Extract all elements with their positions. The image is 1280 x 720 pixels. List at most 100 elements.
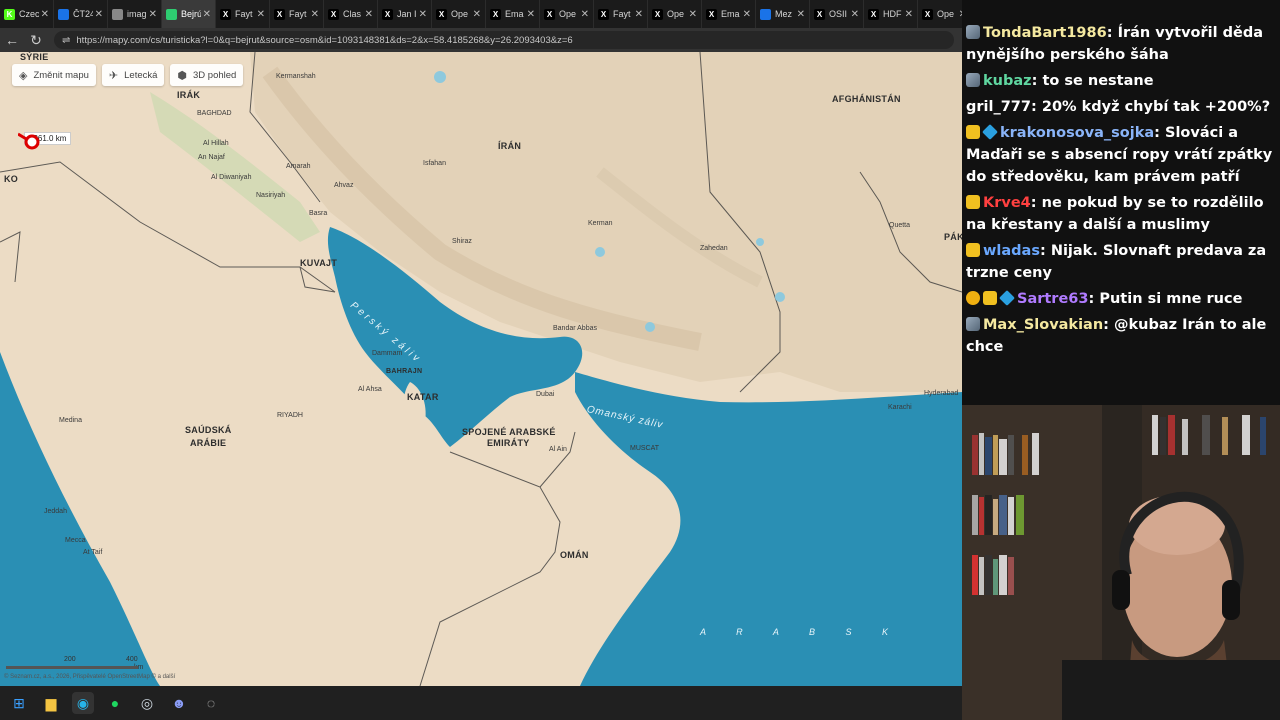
chat-separator: : <box>1031 99 1042 115</box>
close-tab-icon[interactable]: ✕ <box>311 9 319 20</box>
tab-title: Fayt <box>235 9 253 19</box>
map-controls: ◈ Změnit mapu ✈ Letecká ⬢ 3D pohled <box>12 64 244 86</box>
map-copyright[interactable]: © Seznam.cz, a.s., 2026, Přispěvatelé Op… <box>4 674 175 680</box>
city-label: Quetta <box>889 222 911 229</box>
chat-username[interactable]: gril_777 <box>966 99 1031 115</box>
browser-tab[interactable]: XOpe✕ <box>540 0 594 28</box>
close-tab-icon[interactable]: ✕ <box>905 9 913 20</box>
3d-view-button[interactable]: ⬢ 3D pohled <box>170 64 244 86</box>
gold-badge-icon <box>966 243 980 257</box>
city-label: RIYADH <box>277 412 303 419</box>
gold-badge-icon <box>966 195 980 209</box>
chat-text: 20% když chybí tak +200%? <box>1041 99 1271 115</box>
tab-title: Ope <box>451 9 469 19</box>
distance-marker[interactable]: 2361.0 km <box>18 132 72 150</box>
aerial-button[interactable]: ✈ Letecká <box>101 64 165 86</box>
close-tab-icon[interactable]: ✕ <box>365 9 373 20</box>
chat-username[interactable]: Krve4 <box>983 195 1031 211</box>
url-input[interactable]: ⇌ https://mapy.com/cs/turisticka?l=0&q=b… <box>54 31 954 49</box>
close-tab-icon[interactable]: ✕ <box>473 9 481 20</box>
gold-badge-icon <box>983 291 997 305</box>
close-tab-icon[interactable]: ✕ <box>581 9 589 20</box>
browser-tab[interactable]: X HDF ✕ <box>864 0 918 28</box>
chat-username[interactable]: Max_Slovakian <box>983 317 1103 333</box>
close-tab-icon[interactable]: ✕ <box>851 9 859 20</box>
tab-favicon-icon <box>760 8 771 20</box>
file-explorer-icon[interactable]: ▆ <box>40 692 62 714</box>
close-tab-icon[interactable]: ✕ <box>257 9 265 20</box>
country-label: KO <box>4 174 19 184</box>
layers-icon: ◈ <box>19 69 28 82</box>
tab-title: Ema <box>505 9 524 19</box>
close-tab-icon[interactable]: ✕ <box>149 9 157 20</box>
browser-tab[interactable]: XOpe✕ <box>918 0 962 28</box>
browser-tab[interactable]: X Clas ✕ <box>324 0 378 28</box>
reload-icon[interactable]: ↻ <box>24 28 48 52</box>
close-tab-icon[interactable]: ✕ <box>203 9 211 20</box>
browser-tab[interactable]: imag ✕ <box>108 0 162 28</box>
browser-tab[interactable]: X Ema ✕ <box>486 0 540 28</box>
browser-tab[interactable]: X Fayt ✕ <box>594 0 648 28</box>
chat-username[interactable]: krakonosova_sojka <box>1000 125 1154 141</box>
chat-message: krakonosova_sojka: Slováci a Maďaři se s… <box>962 120 1280 190</box>
city-label: Dubai <box>536 391 555 398</box>
close-tab-icon[interactable]: ✕ <box>95 9 103 20</box>
chat-separator: : <box>1088 291 1100 307</box>
tab-favicon-icon: X <box>274 8 285 20</box>
tab-favicon-icon: X <box>382 8 393 20</box>
close-tab-icon[interactable]: ✕ <box>419 9 427 20</box>
browser-tab[interactable]: Mez ✕ <box>756 0 810 28</box>
browser-tab[interactable]: ČT24✕ <box>54 0 108 28</box>
chat-separator: : <box>1031 73 1043 89</box>
map-view[interactable]: ◈ Změnit mapu ✈ Letecká ⬢ 3D pohled 2361.0 … <box>0 52 962 686</box>
close-tab-icon[interactable]: ✕ <box>527 9 535 20</box>
chat-text: Putin si mne ruce <box>1099 291 1243 307</box>
close-tab-icon[interactable]: ✕ <box>41 9 49 20</box>
edge-icon[interactable]: ◉ <box>72 692 94 714</box>
country-label: AFGHÁNISTÁN <box>832 94 901 104</box>
tab-title: Fayt <box>289 9 307 19</box>
sword-badge-icon <box>966 317 980 331</box>
chat-username[interactable]: wladas <box>983 243 1040 259</box>
chat-username[interactable]: kubaz <box>983 73 1032 89</box>
browser-tab[interactable]: Bejrú ✕ <box>162 0 216 28</box>
change-map-button[interactable]: ◈ Změnit mapu <box>12 64 96 86</box>
country-label: OMÁN <box>560 550 589 560</box>
city-label: Al Hillah <box>203 140 229 147</box>
city-label: BAGHDAD <box>197 110 232 117</box>
chat-username[interactable]: TondaBart1986 <box>983 25 1107 41</box>
browser-tab[interactable]: X Ema ✕ <box>702 0 756 28</box>
browser-tab[interactable]: X Jan I ✕ <box>378 0 432 28</box>
route-pin-icon <box>18 132 40 150</box>
site-info-icon[interactable]: ⇌ <box>62 35 70 46</box>
back-icon[interactable]: ← <box>0 28 24 52</box>
browser-tab[interactable]: X OSII ✕ <box>810 0 864 28</box>
browser-tab[interactable]: X Ope ✕ <box>432 0 486 28</box>
close-tab-icon[interactable]: ✕ <box>797 9 805 20</box>
browser-tab[interactable]: X Fayt ✕ <box>270 0 324 28</box>
country-label: KATAR <box>407 392 439 402</box>
obs-icon[interactable]: ◌ <box>200 692 222 714</box>
spotify-icon[interactable]: ● <box>104 692 126 714</box>
browser-tab[interactable]: X Fayt ✕ <box>216 0 270 28</box>
steam-icon[interactable]: ◎ <box>136 692 158 714</box>
sword-badge-icon <box>966 73 980 87</box>
taskbar: ⊞ ▆ ◉ ● ◎ ☻ ◌ <box>0 686 970 720</box>
windows-start-icon[interactable]: ⊞ <box>8 692 30 714</box>
close-tab-icon[interactable]: ✕ <box>635 9 643 20</box>
discord-icon[interactable]: ☻ <box>168 692 190 714</box>
chat-separator: : <box>1154 125 1166 141</box>
browser-tab[interactable]: K Czec ✕ <box>0 0 54 28</box>
country-label: KUVAJT <box>300 258 338 268</box>
scale-tick: 200 <box>64 656 76 663</box>
coin-badge-icon <box>966 291 980 305</box>
tab-favicon-icon: X <box>490 8 501 20</box>
country-label: ARÁBIE <box>190 438 227 448</box>
close-tab-icon[interactable]: ✕ <box>689 9 697 20</box>
browser-tab[interactable]: XOpe✕ <box>648 0 702 28</box>
country-label: PÁK <box>944 232 962 242</box>
tab-favicon-icon: X <box>436 8 447 20</box>
chat-text: to se nestane <box>1042 73 1154 89</box>
chat-username[interactable]: Sartre63 <box>1017 291 1088 307</box>
close-tab-icon[interactable]: ✕ <box>743 9 751 20</box>
